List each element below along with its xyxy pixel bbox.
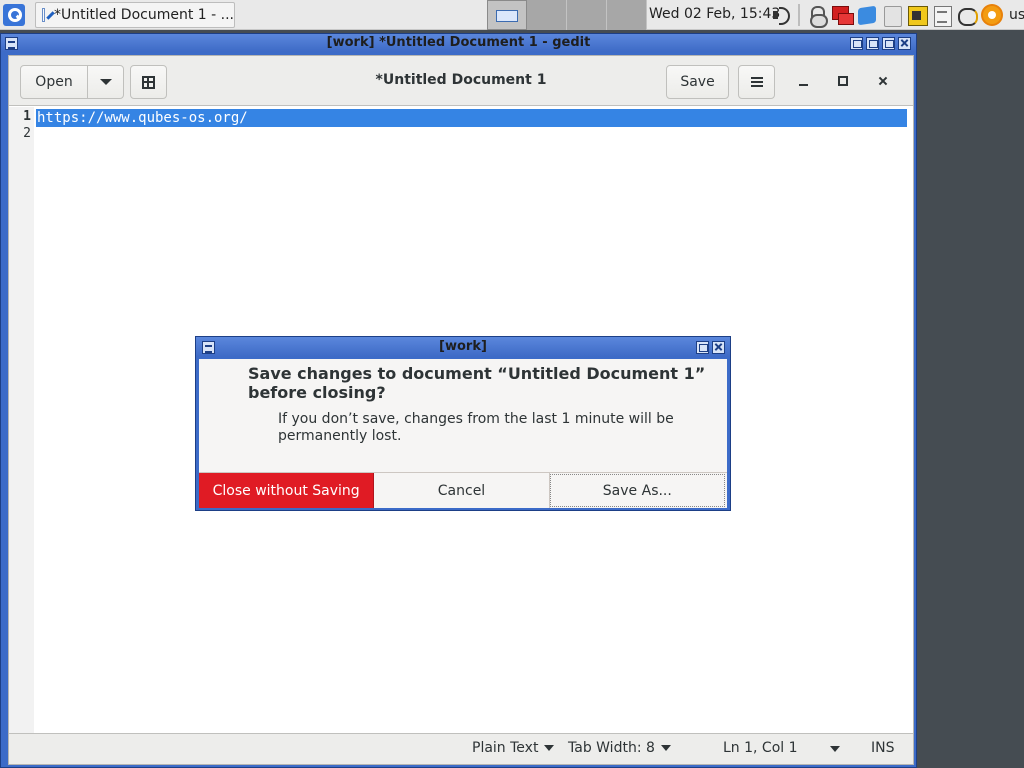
window-titlebar[interactable]: [work] *Untitled Document 1 - gedit xyxy=(1,34,916,52)
user-menu[interactable]: user xyxy=(1009,7,1024,23)
cursor-position-selector[interactable]: Ln 1, Col 1 xyxy=(723,740,798,756)
close-icon[interactable] xyxy=(898,37,911,50)
headerbar: Open *Untitled Document 1 Save xyxy=(9,56,913,106)
main-menu-button[interactable] xyxy=(738,65,775,99)
network-icon[interactable] xyxy=(831,4,854,26)
close-button[interactable] xyxy=(875,73,891,89)
save-button[interactable]: Save xyxy=(666,65,729,99)
tray-separator xyxy=(798,4,800,26)
tab-width-label: Tab Width: 8 xyxy=(568,740,655,756)
close-without-saving-button[interactable]: Close without Saving xyxy=(199,473,375,508)
dialog-window-title: [work] xyxy=(439,339,487,354)
cancel-button[interactable]: Cancel xyxy=(374,473,550,508)
text-editor-icon xyxy=(42,8,45,22)
insert-mode-label: INS xyxy=(871,740,895,756)
clipboard-icon[interactable] xyxy=(931,4,953,27)
shade-icon[interactable] xyxy=(850,37,863,50)
window-title: [work] *Untitled Document 1 - gedit xyxy=(326,35,591,50)
chevron-down-icon xyxy=(660,745,671,751)
language-selector[interactable]: Plain Text xyxy=(472,740,555,756)
tab-width-selector[interactable]: Tab Width: 8 xyxy=(568,740,671,756)
chevron-down-icon[interactable] xyxy=(830,746,840,752)
clock[interactable]: Wed 02 Feb, 15:43 xyxy=(649,6,780,22)
dialog-actions: Close without Saving Cancel Save As... xyxy=(199,472,727,508)
lock-icon[interactable] xyxy=(806,4,828,28)
workspace-1[interactable] xyxy=(487,0,527,30)
close-icon[interactable] xyxy=(712,341,725,354)
line-number: 1 xyxy=(23,109,31,124)
dialog-body: Save changes to document “Untitled Docum… xyxy=(199,359,727,508)
workspace-2[interactable] xyxy=(527,0,567,30)
editor-line[interactable]: https://www.qubes-os.org/ xyxy=(37,109,248,127)
dialog-titlebar[interactable]: [work] xyxy=(196,337,730,357)
statusbar: Plain Text Tab Width: 8 Ln 1, Col 1 INS xyxy=(9,733,913,764)
workspace-switcher xyxy=(487,0,647,30)
line-number-gutter: 1 2 xyxy=(9,107,34,733)
dialog-heading: Save changes to document “Untitled Docum… xyxy=(248,364,706,402)
workspace-4[interactable] xyxy=(607,0,647,30)
minimize-button[interactable] xyxy=(795,73,811,89)
volume-icon[interactable] xyxy=(770,4,792,26)
minimize-icon[interactable] xyxy=(866,37,879,50)
maximize-icon[interactable] xyxy=(882,37,895,50)
qube-manager-icon[interactable] xyxy=(856,4,878,26)
document-title: *Untitled Document 1 xyxy=(375,72,547,88)
save-changes-dialog: [work] Save changes to document “Untitle… xyxy=(195,336,731,511)
hamburger-menu-icon xyxy=(750,77,763,87)
cursor-position-label: Ln 1, Col 1 xyxy=(723,740,798,756)
chevron-down-icon xyxy=(544,745,555,751)
maximize-button[interactable] xyxy=(835,73,851,89)
disk-icon[interactable] xyxy=(881,4,903,27)
taskbar-item-label: *Untitled Document 1 - ... xyxy=(53,7,234,23)
line-number: 2 xyxy=(23,126,31,141)
language-label: Plain Text xyxy=(472,740,539,756)
save-as-button[interactable]: Save As... xyxy=(549,474,725,507)
top-panel: *Untitled Document 1 - ... Wed 02 Feb, 1… xyxy=(0,0,1024,30)
workspace-3[interactable] xyxy=(567,0,607,30)
taskbar-item-gedit[interactable]: *Untitled Document 1 - ... xyxy=(35,2,235,28)
maximize-icon[interactable] xyxy=(696,341,709,354)
settings-icon[interactable] xyxy=(981,4,1003,26)
dialog-message: If you don’t save, changes from the last… xyxy=(278,411,674,444)
insert-mode[interactable]: INS xyxy=(871,740,895,756)
updater-icon[interactable] xyxy=(956,4,978,26)
qubes-menu-icon[interactable] xyxy=(3,4,25,26)
system-tray: user xyxy=(770,3,1024,28)
devices-icon[interactable] xyxy=(906,4,928,26)
